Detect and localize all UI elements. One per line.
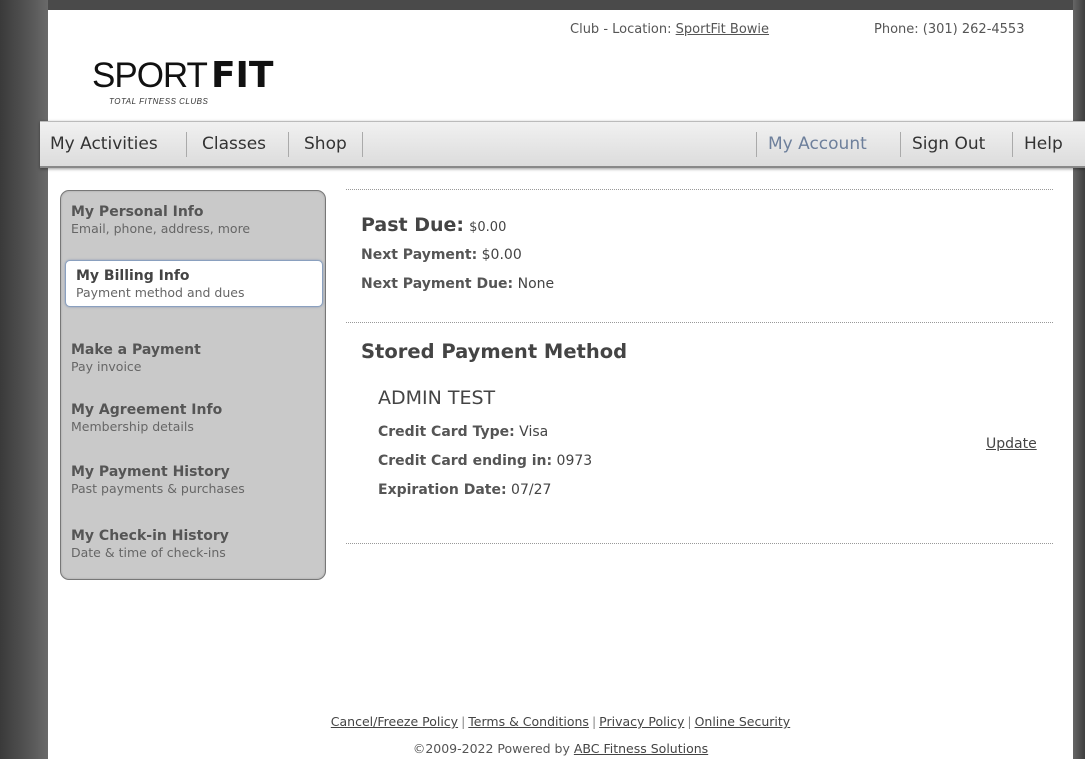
next-payment-due-value: None xyxy=(517,276,555,292)
footer-security-link[interactable]: Online Security xyxy=(695,714,791,729)
powered-by-link[interactable]: ABC Fitness Solutions xyxy=(574,741,708,756)
sidebar-item-billing-info[interactable]: My Billing Info Payment method and dues xyxy=(65,260,323,307)
sidebar-item-subtitle: Date & time of check-ins xyxy=(71,545,226,560)
past-due-value: $0.00 xyxy=(469,220,507,235)
next-payment-value: $0.00 xyxy=(481,247,522,263)
footer-separator: | xyxy=(591,714,597,729)
account-sidebar: My Personal Info Email, phone, address, … xyxy=(60,190,326,580)
nav-my-account[interactable]: My Account xyxy=(768,122,867,166)
next-payment-due: Next Payment Due: None xyxy=(361,276,554,292)
logo-tagline: TOTAL FITNESS CLUBS xyxy=(109,97,209,106)
card-type: Credit Card Type: Visa xyxy=(378,424,548,440)
sidebar-item-subtitle: Membership details xyxy=(71,419,194,434)
sidebar-item-subtitle: Payment method and dues xyxy=(76,285,245,300)
stored-payment-title: Stored Payment Method xyxy=(361,340,628,363)
club-location: Club - Location: SportFit Bowie xyxy=(570,22,769,37)
next-payment: Next Payment: $0.00 xyxy=(361,247,522,263)
expiration-value: 07/27 xyxy=(511,482,552,498)
sportfit-logo[interactable]: SPORT FIT TOTAL FITNESS CLUBS xyxy=(84,21,279,121)
next-payment-label: Next Payment: xyxy=(361,247,478,263)
content-divider xyxy=(346,543,1053,544)
club-location-link[interactable]: SportFit Bowie xyxy=(676,22,769,37)
footer-separator: | xyxy=(687,714,692,729)
sidebar-item-title: My Check-in History xyxy=(71,528,229,544)
past-due: Past Due: $0.00 xyxy=(361,214,506,236)
sidebar-item-title: My Billing Info xyxy=(76,268,190,284)
footer-separator: | xyxy=(461,714,466,729)
sidebar-item-checkin-history[interactable]: My Check-in History Date & time of check… xyxy=(71,528,311,560)
logo-word-sport: SPORT xyxy=(92,56,208,95)
sidebar-item-title: My Agreement Info xyxy=(71,402,223,418)
copyright-text: ©2009-2022 Powered by xyxy=(412,741,570,756)
sidebar-item-make-payment[interactable]: Make a Payment Pay invoice xyxy=(71,342,311,374)
window-top-strip xyxy=(0,0,1085,10)
sidebar-item-subtitle: Email, phone, address, more xyxy=(71,221,251,236)
left-edge-background xyxy=(0,0,48,759)
logo-word-fit: FIT xyxy=(210,55,274,96)
content-divider xyxy=(346,322,1053,323)
nav-my-activities[interactable]: My Activities xyxy=(50,122,158,166)
nav-separator xyxy=(1012,132,1013,157)
sidebar-item-title: Make a Payment xyxy=(71,342,201,358)
card-ending-label: Credit Card ending in: xyxy=(378,453,553,469)
logo-wordmark: SPORT FIT xyxy=(92,55,273,96)
card-ending: Credit Card ending in: 0973 xyxy=(378,453,592,469)
phone-number: (301) 262-4553 xyxy=(922,22,1025,37)
club-phone: Phone: (301) 262-4553 xyxy=(874,22,1024,37)
expiration-label: Expiration Date: xyxy=(378,482,507,498)
club-location-label: Club - Location: xyxy=(570,22,672,37)
page-container: SPORT FIT TOTAL FITNESS CLUBS Club - Loca… xyxy=(40,10,1085,759)
card-ending-value: 0973 xyxy=(556,453,593,469)
sidebar-item-subtitle: Past payments & purchases xyxy=(71,481,245,496)
update-payment-link[interactable]: Update xyxy=(986,436,1037,452)
past-due-label: Past Due: xyxy=(361,214,465,236)
nav-classes[interactable]: Classes xyxy=(202,122,266,166)
main-nav-bar: My Activities Classes Shop My Account Si… xyxy=(40,121,1085,168)
card-type-value: Visa xyxy=(519,424,549,440)
footer-cancel-freeze-link[interactable]: Cancel/Freeze Policy xyxy=(331,714,458,729)
sidebar-item-payment-history[interactable]: My Payment History Past payments & purch… xyxy=(71,464,311,496)
nav-shop[interactable]: Shop xyxy=(304,122,347,166)
nav-separator xyxy=(756,132,757,157)
footer-terms-link[interactable]: Terms & Conditions xyxy=(468,714,589,729)
footer-copyright: ©2009-2022 Powered by ABC Fitness Soluti… xyxy=(48,741,1073,756)
nav-separator xyxy=(362,132,363,157)
sidebar-item-title: My Payment History xyxy=(71,464,230,480)
nav-separator xyxy=(288,132,289,157)
nav-sign-out[interactable]: Sign Out xyxy=(912,122,985,166)
nav-help[interactable]: Help xyxy=(1024,122,1063,166)
footer-privacy-link[interactable]: Privacy Policy xyxy=(599,714,684,729)
sidebar-item-subtitle: Pay invoice xyxy=(71,359,142,374)
nav-separator xyxy=(900,132,901,157)
right-edge-background xyxy=(1073,0,1085,759)
sidebar-item-title: My Personal Info xyxy=(71,204,204,220)
sidebar-item-personal-info[interactable]: My Personal Info Email, phone, address, … xyxy=(71,204,311,236)
sidebar-item-agreement-info[interactable]: My Agreement Info Membership details xyxy=(71,402,311,434)
card-holder-name: ADMIN TEST xyxy=(378,387,496,409)
card-type-label: Credit Card Type: xyxy=(378,424,515,440)
nav-separator xyxy=(186,132,187,157)
phone-label: Phone: xyxy=(874,22,919,37)
footer-links: Cancel/Freeze Policy | Terms & Conditions |… xyxy=(48,714,1073,729)
content-divider xyxy=(346,189,1053,190)
expiration-date: Expiration Date: 07/27 xyxy=(378,482,551,498)
next-payment-due-label: Next Payment Due: xyxy=(361,276,514,292)
